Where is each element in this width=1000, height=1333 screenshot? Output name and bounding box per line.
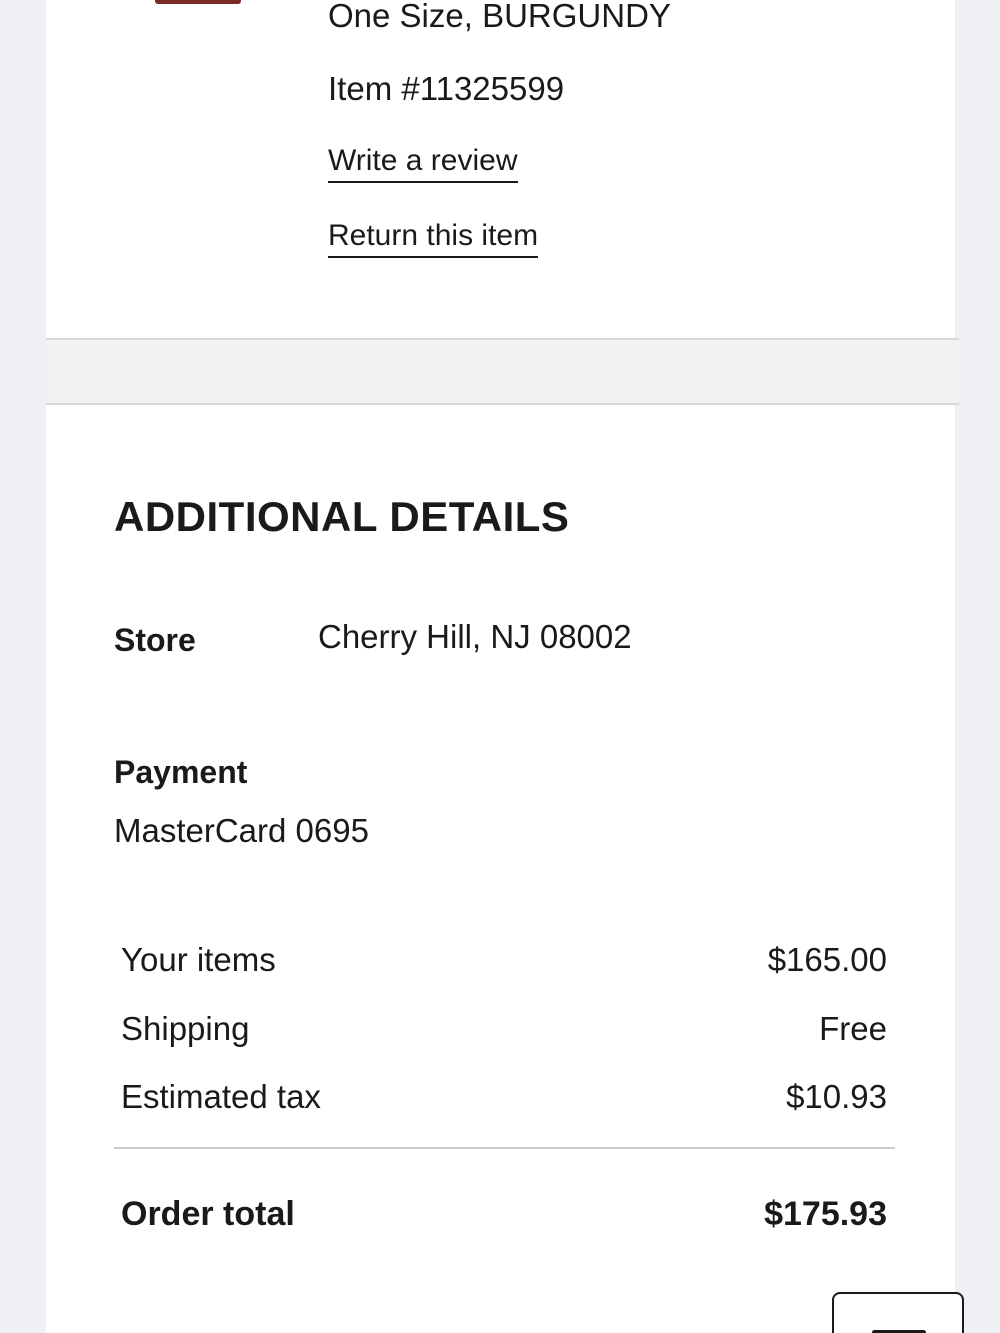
payment-value: MasterCard 0695 xyxy=(114,812,369,849)
summary-divider xyxy=(114,1147,895,1149)
summary-row-shipping: Shipping Free xyxy=(121,1009,887,1049)
summary-row-total: Order total $175.93 xyxy=(121,1194,887,1234)
items-value: $165.00 xyxy=(767,941,887,978)
store-value: Cherry Hill, NJ 08002 xyxy=(318,618,632,655)
total-label: Order total xyxy=(121,1195,295,1233)
items-label: Your items xyxy=(121,941,276,978)
item-number: Item #11325599 xyxy=(328,70,565,107)
tax-value: $10.93 xyxy=(786,1078,887,1115)
shipping-value: Free xyxy=(819,1010,887,1047)
tax-label: Estimated tax xyxy=(121,1078,321,1115)
summary-row-tax: Estimated tax $10.93 xyxy=(121,1077,887,1117)
product-thumbnail[interactable] xyxy=(155,0,241,4)
chat-button[interactable] xyxy=(832,1292,964,1333)
summary-row-items: Your items $165.00 xyxy=(121,940,887,980)
section-divider xyxy=(46,338,959,405)
payment-label: Payment xyxy=(114,754,248,790)
write-review-link[interactable]: Write a review xyxy=(328,143,518,183)
store-label: Store xyxy=(114,622,196,658)
shipping-label: Shipping xyxy=(121,1010,250,1047)
total-value: $175.93 xyxy=(764,1195,887,1233)
return-item-link[interactable]: Return this item xyxy=(328,218,539,258)
section-title: ADDITIONAL DETAILS xyxy=(114,493,570,540)
item-variant: One Size, BURGUNDY xyxy=(328,0,671,34)
